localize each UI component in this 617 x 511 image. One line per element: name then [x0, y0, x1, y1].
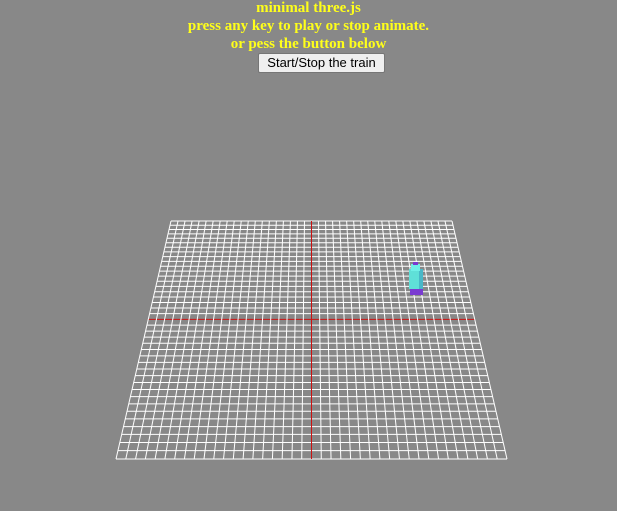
train-body-shade — [419, 269, 423, 289]
grid-line — [115, 220, 172, 460]
three-canvas[interactable] — [0, 0, 617, 511]
grid-line — [135, 220, 186, 460]
grid-line — [437, 220, 488, 460]
train-chimney — [413, 262, 418, 265]
page: minimal three.js press any key to play o… — [0, 0, 617, 511]
grid-line — [451, 220, 508, 460]
train — [409, 262, 423, 295]
train-cab — [411, 264, 420, 271]
grid-helper — [115, 220, 508, 460]
